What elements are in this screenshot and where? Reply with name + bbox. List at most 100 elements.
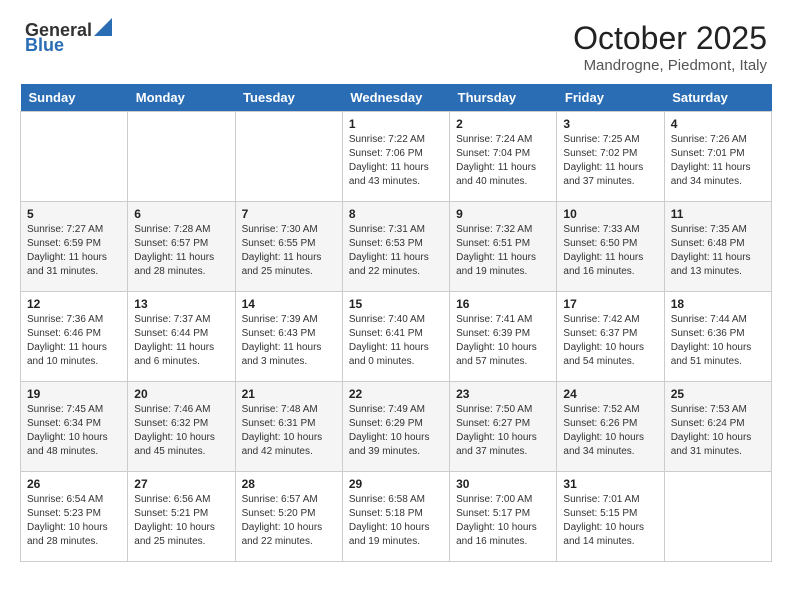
day-number: 14 <box>242 297 336 311</box>
calendar-cell: 13 Sunrise: 7:37 AM Sunset: 6:44 PM Dayli… <box>128 292 235 382</box>
header-tuesday: Tuesday <box>235 84 342 112</box>
day-content: Sunrise: 7:52 AM Sunset: 6:26 PM Dayligh… <box>563 403 657 459</box>
day-content: Sunrise: 7:36 AM Sunset: 6:46 PM Dayligh… <box>27 313 121 369</box>
calendar-cell: 12 Sunrise: 7:36 AM Sunset: 6:46 PM Dayli… <box>21 292 128 382</box>
day-content: Sunrise: 7:37 AM Sunset: 6:44 PM Dayligh… <box>134 313 228 369</box>
week-row-0: 1 Sunrise: 7:22 AM Sunset: 7:06 PM Daylig… <box>21 112 772 202</box>
calendar-cell: 29 Sunrise: 6:58 AM Sunset: 5:18 PM Dayli… <box>342 472 449 562</box>
calendar-cell: 30 Sunrise: 7:00 AM Sunset: 5:17 PM Dayli… <box>450 472 557 562</box>
day-number: 1 <box>349 117 443 131</box>
calendar-cell <box>21 112 128 202</box>
day-content: Sunrise: 7:24 AM Sunset: 7:04 PM Dayligh… <box>456 133 550 189</box>
day-content: Sunrise: 7:45 AM Sunset: 6:34 PM Dayligh… <box>27 403 121 459</box>
day-number: 31 <box>563 477 657 491</box>
day-content: Sunrise: 6:57 AM Sunset: 5:20 PM Dayligh… <box>242 493 336 549</box>
calendar-cell: 14Sunrise: 7:39 AM Sunset: 6:43 PM Dayli… <box>235 292 342 382</box>
logo-blue: Blue <box>25 35 64 56</box>
calendar-cell: 15Sunrise: 7:40 AM Sunset: 6:41 PM Dayli… <box>342 292 449 382</box>
title-block: October 2025 Mandrogne, Piedmont, Italy <box>573 20 767 74</box>
day-number: 27 <box>134 477 228 491</box>
day-number: 16 <box>456 297 550 311</box>
calendar-cell: 16 Sunrise: 7:41 AM Sunset: 6:39 PM Dayli… <box>450 292 557 382</box>
day-content: Sunrise: 7:31 AM Sunset: 6:53 PM Dayligh… <box>349 223 443 279</box>
calendar-cell: 26 Sunrise: 6:54 AM Sunset: 5:23 PM Dayli… <box>21 472 128 562</box>
page-header: General Blue October 2025 Mandrogne, Pie… <box>10 10 782 79</box>
calendar-cell: 22 Sunrise: 7:49 AM Sunset: 6:29 PM Dayli… <box>342 382 449 472</box>
day-content: Sunrise: 7:50 AM Sunset: 6:27 PM Dayligh… <box>456 403 550 459</box>
day-content: Sunrise: 6:58 AM Sunset: 5:18 PM Dayligh… <box>349 493 443 549</box>
day-content: Sunrise: 7:22 AM Sunset: 7:06 PM Dayligh… <box>349 133 443 189</box>
week-row-2: 12 Sunrise: 7:36 AM Sunset: 6:46 PM Dayli… <box>21 292 772 382</box>
day-number: 29 <box>349 477 443 491</box>
header-saturday: Saturday <box>664 84 771 112</box>
day-number: 15 <box>349 297 443 311</box>
calendar-cell: 17 Sunrise: 7:42 AM Sunset: 6:37 PM Dayli… <box>557 292 664 382</box>
day-content: Sunrise: 7:32 AM Sunset: 6:51 PM Dayligh… <box>456 223 550 279</box>
day-number: 7 <box>242 207 336 221</box>
header-monday: Monday <box>128 84 235 112</box>
calendar-cell: 28 Sunrise: 6:57 AM Sunset: 5:20 PM Dayli… <box>235 472 342 562</box>
calendar-cell: 25 Sunrise: 7:53 AM Sunset: 6:24 PM Dayli… <box>664 382 771 472</box>
calendar-cell: 4 Sunrise: 7:26 AM Sunset: 7:01 PM Daylig… <box>664 112 771 202</box>
calendar-table: SundayMondayTuesdayWednesdayThursdayFrid… <box>20 84 772 562</box>
day-content: Sunrise: 6:54 AM Sunset: 5:23 PM Dayligh… <box>27 493 121 549</box>
calendar-cell: 23Sunrise: 7:50 AM Sunset: 6:27 PM Dayli… <box>450 382 557 472</box>
day-content: Sunrise: 7:42 AM Sunset: 6:37 PM Dayligh… <box>563 313 657 369</box>
header-wednesday: Wednesday <box>342 84 449 112</box>
day-content: Sunrise: 7:44 AM Sunset: 6:36 PM Dayligh… <box>671 313 765 369</box>
day-content: Sunrise: 7:00 AM Sunset: 5:17 PM Dayligh… <box>456 493 550 549</box>
day-number: 30 <box>456 477 550 491</box>
day-content: Sunrise: 7:27 AM Sunset: 6:59 PM Dayligh… <box>27 223 121 279</box>
day-number: 10 <box>563 207 657 221</box>
day-number: 25 <box>671 387 765 401</box>
calendar-cell: 21Sunrise: 7:48 AM Sunset: 6:31 PM Dayli… <box>235 382 342 472</box>
day-content: Sunrise: 7:46 AM Sunset: 6:32 PM Dayligh… <box>134 403 228 459</box>
calendar-cell: 5Sunrise: 7:27 AM Sunset: 6:59 PM Daylig… <box>21 202 128 292</box>
day-number: 20 <box>134 387 228 401</box>
day-number: 18 <box>671 297 765 311</box>
calendar-cell: 31Sunrise: 7:01 AM Sunset: 5:15 PM Dayli… <box>557 472 664 562</box>
logo-icon <box>94 18 112 36</box>
week-row-3: 19 Sunrise: 7:45 AM Sunset: 6:34 PM Dayli… <box>21 382 772 472</box>
day-number: 4 <box>671 117 765 131</box>
calendar-cell: 19 Sunrise: 7:45 AM Sunset: 6:34 PM Dayli… <box>21 382 128 472</box>
day-content: Sunrise: 7:25 AM Sunset: 7:02 PM Dayligh… <box>563 133 657 189</box>
calendar-cell: 1 Sunrise: 7:22 AM Sunset: 7:06 PM Daylig… <box>342 112 449 202</box>
day-number: 9 <box>456 207 550 221</box>
day-content: Sunrise: 7:33 AM Sunset: 6:50 PM Dayligh… <box>563 223 657 279</box>
calendar-cell: 27 Sunrise: 6:56 AM Sunset: 5:21 PM Dayli… <box>128 472 235 562</box>
day-number: 28 <box>242 477 336 491</box>
calendar-cell <box>235 112 342 202</box>
calendar-cell <box>664 472 771 562</box>
header-thursday: Thursday <box>450 84 557 112</box>
calendar-header-row: SundayMondayTuesdayWednesdayThursdayFrid… <box>21 84 772 112</box>
day-content: Sunrise: 7:30 AM Sunset: 6:55 PM Dayligh… <box>242 223 336 279</box>
day-number: 22 <box>349 387 443 401</box>
day-number: 12 <box>27 297 121 311</box>
day-number: 13 <box>134 297 228 311</box>
day-content: Sunrise: 7:35 AM Sunset: 6:48 PM Dayligh… <box>671 223 765 279</box>
calendar-cell: 6Sunrise: 7:28 AM Sunset: 6:57 PM Daylig… <box>128 202 235 292</box>
day-number: 17 <box>563 297 657 311</box>
location: Mandrogne, Piedmont, Italy <box>573 57 767 74</box>
day-content: Sunrise: 7:53 AM Sunset: 6:24 PM Dayligh… <box>671 403 765 459</box>
calendar-cell: 9 Sunrise: 7:32 AM Sunset: 6:51 PM Daylig… <box>450 202 557 292</box>
day-content: Sunrise: 7:26 AM Sunset: 7:01 PM Dayligh… <box>671 133 765 189</box>
day-number: 26 <box>27 477 121 491</box>
day-number: 19 <box>27 387 121 401</box>
week-row-1: 5Sunrise: 7:27 AM Sunset: 6:59 PM Daylig… <box>21 202 772 292</box>
logo: General Blue <box>25 20 112 56</box>
calendar-cell: 24 Sunrise: 7:52 AM Sunset: 6:26 PM Dayli… <box>557 382 664 472</box>
day-content: Sunrise: 7:41 AM Sunset: 6:39 PM Dayligh… <box>456 313 550 369</box>
calendar-cell: 20 Sunrise: 7:46 AM Sunset: 6:32 PM Dayli… <box>128 382 235 472</box>
day-content: Sunrise: 6:56 AM Sunset: 5:21 PM Dayligh… <box>134 493 228 549</box>
day-number: 8 <box>349 207 443 221</box>
day-content: Sunrise: 7:49 AM Sunset: 6:29 PM Dayligh… <box>349 403 443 459</box>
calendar-cell: 7 Sunrise: 7:30 AM Sunset: 6:55 PM Daylig… <box>235 202 342 292</box>
calendar-cell: 18 Sunrise: 7:44 AM Sunset: 6:36 PM Dayli… <box>664 292 771 382</box>
calendar-cell: 2Sunrise: 7:24 AM Sunset: 7:04 PM Daylig… <box>450 112 557 202</box>
month-title: October 2025 <box>573 20 767 57</box>
header-sunday: Sunday <box>21 84 128 112</box>
calendar-cell: 3Sunrise: 7:25 AM Sunset: 7:02 PM Daylig… <box>557 112 664 202</box>
day-number: 24 <box>563 387 657 401</box>
